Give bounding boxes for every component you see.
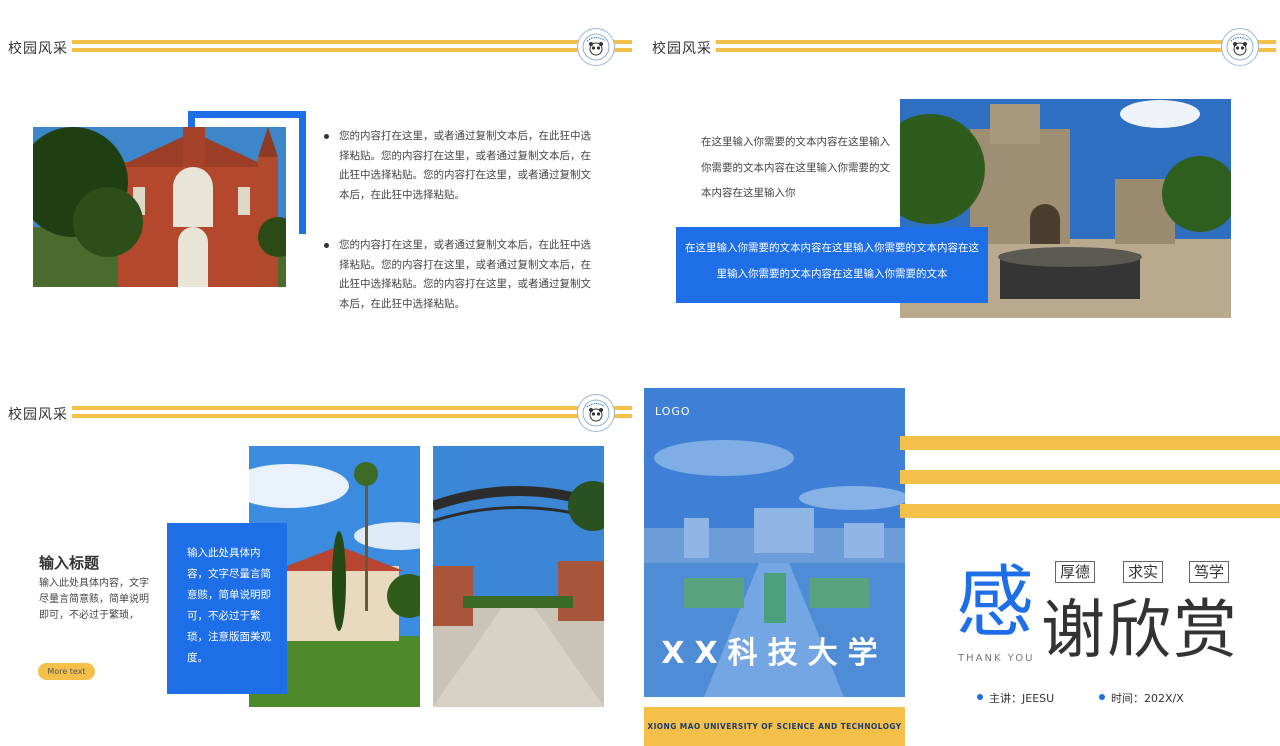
- accent-bar-3: [900, 504, 1280, 518]
- body-text: 在这里输入你需要的文本内容在这里输入你需要的文本内容在这里输入你需要的文本内容在…: [701, 136, 890, 199]
- slide-campus-2[interactable]: 校园风采 在这里输入你需要的文本内容在这里输入你需要的文本内容在这里输入你需要的…: [644, 0, 1280, 363]
- highlight-text-box: 在这里输入你需要的文本内容在这里输入你需要的文本内容在这里输入你需要的文本内容在…: [676, 227, 988, 303]
- campus-photo-arch-gate: [433, 446, 604, 707]
- slide-thanks[interactable]: LOGO XX科技大学 XIONG MAO UNIVERSITY OF SCIE…: [644, 383, 1280, 746]
- thanks-first-char: 感: [956, 558, 1035, 648]
- slide-campus-3[interactable]: 校园风采 输入此处具体内容，文字尽量言简意赅，简单说明即可，不必过于繁琐，注意版…: [0, 383, 636, 746]
- accent-bar-1: [900, 436, 1280, 450]
- header-stripes: [72, 406, 632, 420]
- header-stripes: [716, 40, 1276, 54]
- section-title: 校园风采: [8, 41, 68, 57]
- motto-tag-2: 求实: [1123, 561, 1164, 583]
- school-seal-icon: [577, 28, 615, 66]
- school-seal-icon: [577, 394, 615, 432]
- motto-tag-1: 厚德: [1055, 561, 1096, 583]
- presenter-label: 主讲：JEESU: [977, 690, 1054, 706]
- more-text-button[interactable]: More text: [38, 663, 95, 680]
- content-body: 输入此处具体内容，文字尽量言简意赅，简单说明即可，不必过于繁琐，: [39, 578, 149, 621]
- bullet-text-1: 您的内容打在这里，或者通过复制文本后，在此狂中选择粘贴。您的内容打在这里，或者通…: [324, 127, 594, 205]
- logo-label: LOGO: [655, 405, 691, 418]
- section-title: 校园风采: [8, 407, 68, 423]
- university-name: XX科技大学: [661, 636, 888, 671]
- date-label: 时间：202X/X: [1099, 690, 1184, 706]
- accent-bar-2: [900, 470, 1280, 484]
- header-stripes: [72, 40, 632, 54]
- university-english-name: XIONG MAO UNIVERSITY OF SCIENCE AND TECH…: [644, 707, 905, 746]
- photo-frame-accent-corner: [188, 111, 195, 127]
- content-title: 输入标题: [39, 554, 100, 572]
- slide-campus-1[interactable]: 校园风采 您的内容打在这里，或者通过复制文本后，在此狂中选择粘贴。您的内容打在这…: [0, 0, 636, 363]
- school-seal-icon: [1221, 28, 1259, 66]
- highlight-text-box: 输入此处具体内容，文字尽量言简意赅，简单说明即可，不必过于繁琐，注意版面美观度。: [167, 523, 287, 694]
- cover-photo-campus-aerial: LOGO XX科技大学: [644, 388, 905, 697]
- motto-tag-3: 笃学: [1189, 561, 1230, 583]
- thank-you-english: THANK YOU: [958, 653, 1035, 664]
- campus-photo-red-brick-hall: [33, 127, 286, 287]
- thanks-rest: 谢欣赏: [1041, 594, 1239, 668]
- section-title: 校园风采: [652, 41, 712, 57]
- bullet-text-2: 您的内容打在这里，或者通过复制文本后，在此狂中选择粘贴。您的内容打在这里，或者通…: [324, 236, 594, 314]
